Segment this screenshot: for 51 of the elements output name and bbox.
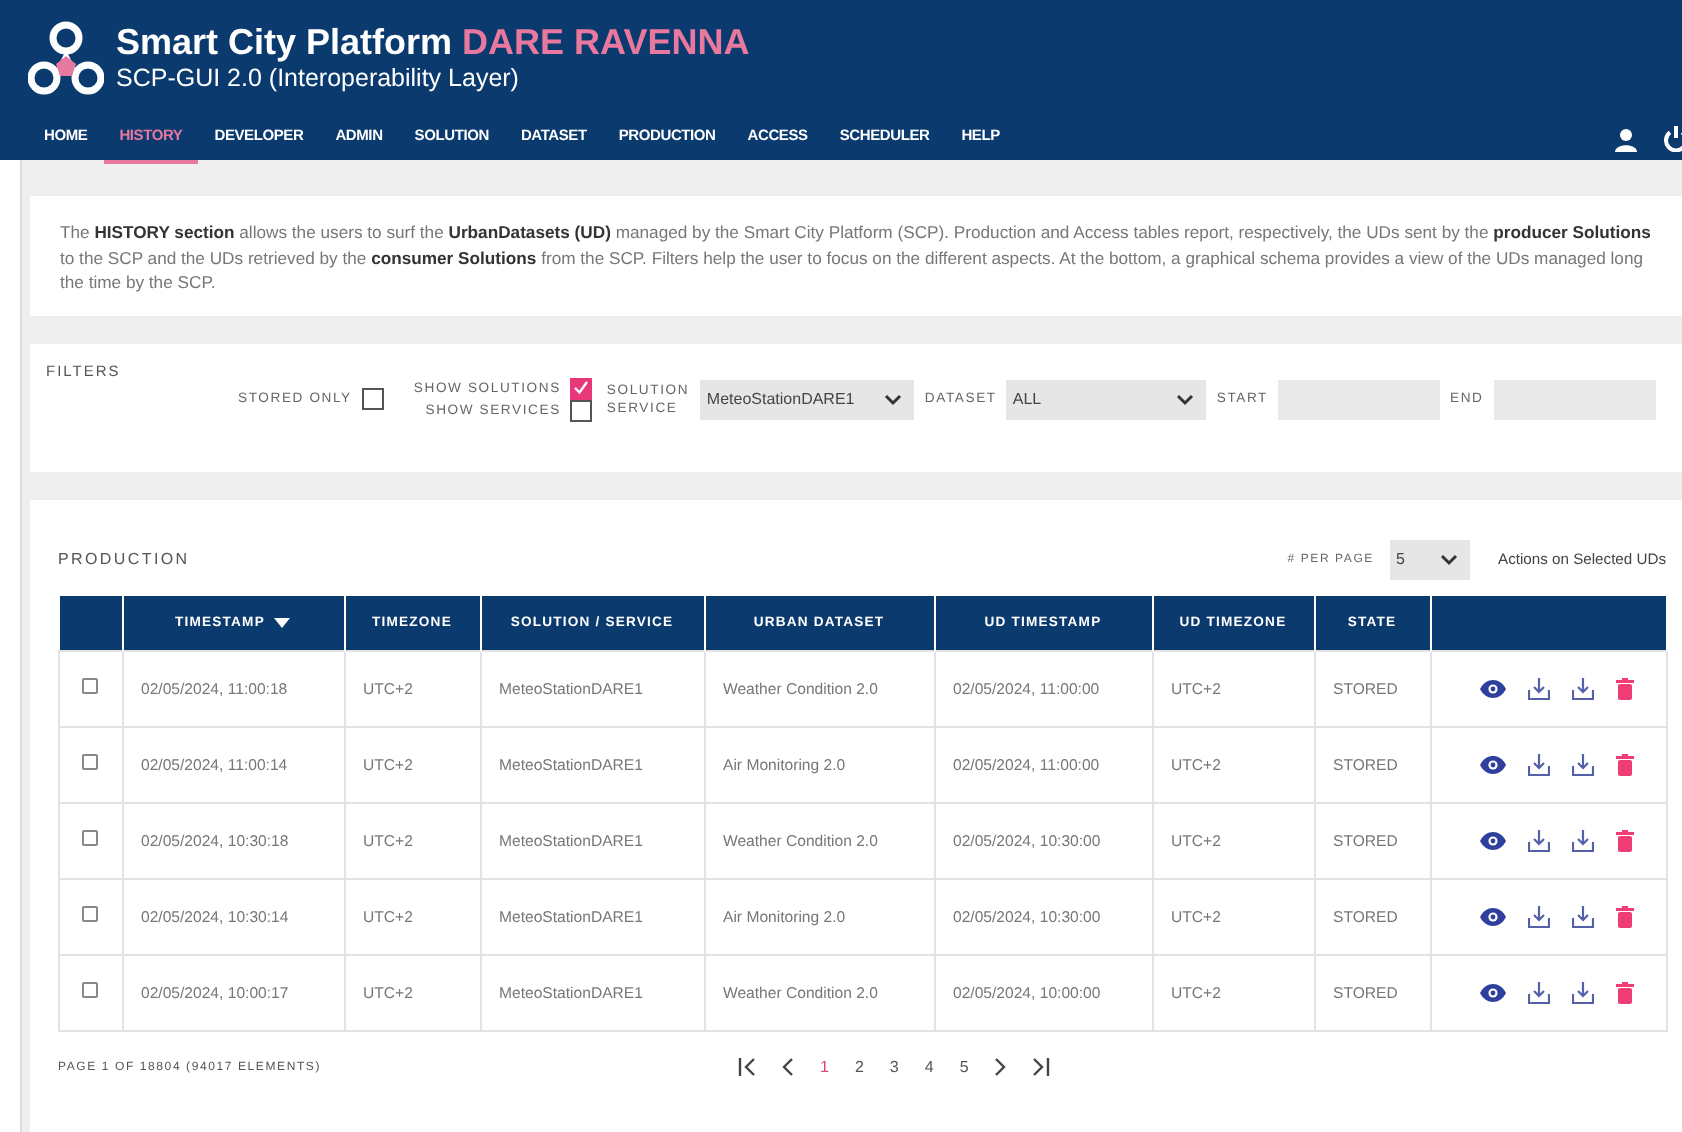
row-checkbox[interactable] (82, 830, 99, 846)
previous-page-icon[interactable] (782, 1058, 794, 1076)
page-button[interactable]: 3 (889, 1058, 899, 1076)
per-page-select[interactable]: 5 (1390, 539, 1470, 579)
eye-icon[interactable] (1480, 831, 1507, 849)
row-checkbox[interactable] (82, 982, 99, 998)
section-heading: PRODUCTION (58, 550, 190, 568)
row-checkbox[interactable] (82, 754, 99, 770)
download-icon[interactable] (1572, 981, 1595, 1003)
app-subtitle: SCP-GUI 2.0 (Interoperability Layer) (116, 62, 521, 94)
row-checkbox[interactable] (82, 906, 99, 922)
download-icon[interactable] (1528, 905, 1551, 927)
page-button[interactable]: 2 (854, 1058, 864, 1076)
download-icon[interactable] (1528, 981, 1551, 1003)
next-page-icon[interactable] (994, 1058, 1007, 1076)
checkbox[interactable] (361, 388, 384, 410)
last-page-icon[interactable] (1032, 1058, 1051, 1076)
trash-icon[interactable] (1616, 981, 1635, 1003)
download-icon[interactable] (1528, 829, 1551, 851)
trash-icon[interactable] (1616, 677, 1635, 699)
checkbox[interactable] (570, 377, 593, 399)
download-icon[interactable] (1572, 677, 1595, 699)
power-icon[interactable] (1664, 126, 1682, 152)
user-icon[interactable] (1614, 127, 1638, 151)
page-button[interactable]: 1 (820, 1058, 829, 1076)
trash-icon[interactable] (1616, 829, 1635, 851)
download-icon[interactable] (1572, 753, 1595, 775)
eye-icon[interactable] (1480, 983, 1507, 1001)
logo-icon (28, 20, 104, 96)
dataset-select[interactable]: ALL (1006, 379, 1207, 419)
chevron-down-icon (1440, 553, 1458, 565)
download-icon[interactable] (1528, 677, 1551, 699)
download-icon[interactable] (1572, 905, 1595, 927)
trash-icon[interactable] (1616, 753, 1635, 775)
sort-caret-icon (274, 617, 291, 627)
app-title: Smart City Platform DARE RAVENNA (116, 22, 750, 62)
eye-icon[interactable] (1480, 907, 1507, 925)
eye-icon[interactable] (1480, 755, 1507, 773)
download-icon[interactable] (1572, 829, 1595, 851)
download-icon[interactable] (1528, 753, 1551, 775)
row-checkbox[interactable] (82, 678, 99, 694)
solution-select[interactable]: MeteoStationDARE1 (700, 379, 915, 419)
trash-icon[interactable] (1616, 905, 1635, 927)
intro-paragraph: The HISTORY section allows the users to surf the UrbanDatasets (UD) managed by the Smart City Platform (SCP). Production and Access tables report, respectively, the UDs sent by the producer Solutions to the SCP and the UDs retrieved by the consumer Solutions from the SCP. Filters help the user to focus on the different aspects. At the bottom, a graphical schema provides a view of the UDs managed long the time by the SCP. (60, 220, 1653, 295)
first-page-icon[interactable] (738, 1058, 756, 1076)
page-button[interactable]: 4 (924, 1058, 934, 1076)
checkbox[interactable] (570, 399, 593, 421)
chevron-down-icon (1176, 393, 1195, 405)
chevron-down-icon (884, 393, 903, 405)
page-button[interactable]: 5 (959, 1058, 969, 1076)
eye-icon[interactable] (1480, 679, 1507, 697)
